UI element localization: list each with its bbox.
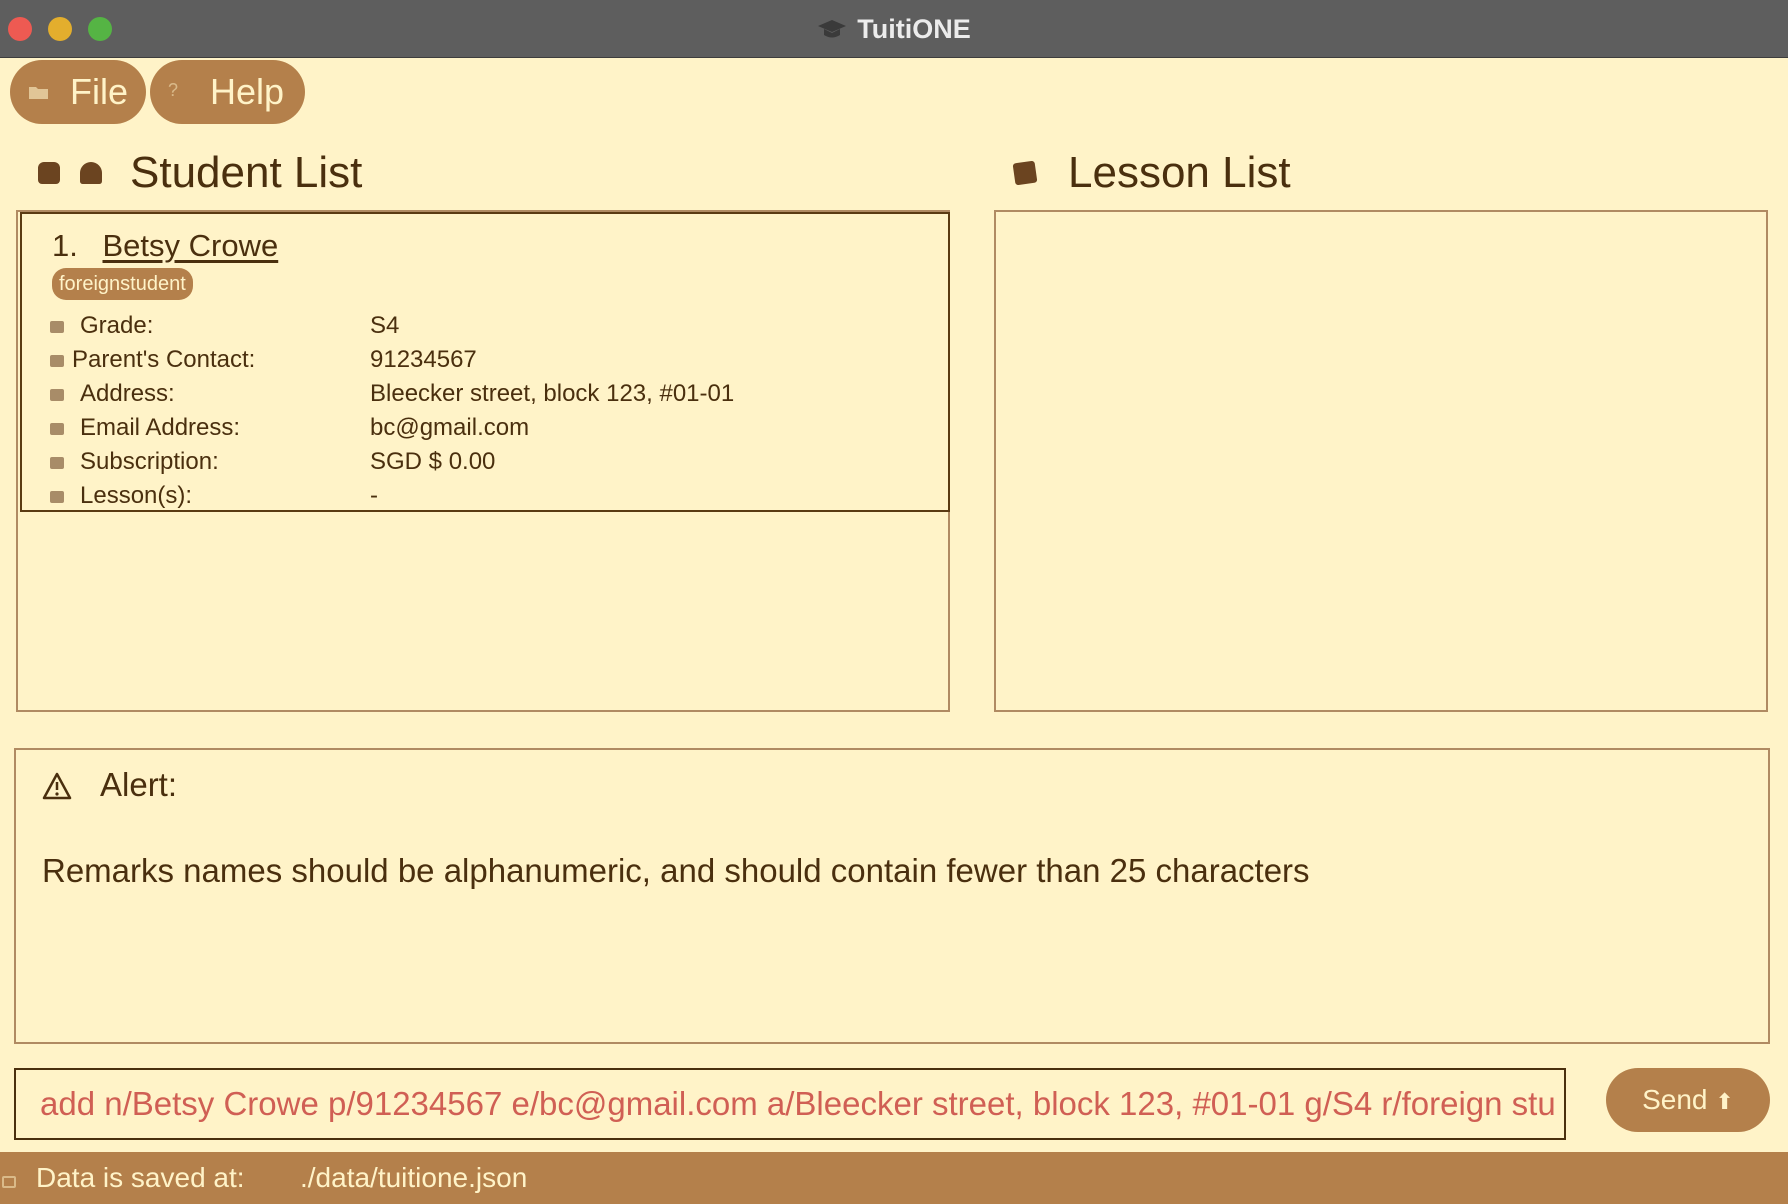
parent-contact-row: Parent's Contact: 91234567 bbox=[50, 344, 930, 376]
grade-value: S4 bbox=[370, 312, 400, 339]
file-menu-label: File bbox=[70, 71, 129, 112]
email-icon bbox=[50, 423, 64, 435]
parent-contact-value: 91234567 bbox=[370, 346, 477, 373]
parent-contact-label: Parent's Contact: bbox=[72, 346, 256, 373]
command-box bbox=[14, 1068, 1566, 1140]
book-icon bbox=[1012, 160, 1038, 186]
email-value: bc@gmail.com bbox=[370, 414, 530, 441]
save-icon bbox=[2, 1176, 16, 1188]
address-label: Address: bbox=[80, 380, 175, 407]
subscription-row: Subscription: SGD $ 0.00 bbox=[50, 446, 930, 478]
grade-label: Grade: bbox=[80, 312, 154, 339]
file-menu[interactable]: File bbox=[10, 60, 146, 124]
student-index: 1. bbox=[52, 228, 78, 263]
student-icon bbox=[38, 162, 60, 184]
command-input[interactable] bbox=[40, 1070, 1560, 1138]
student-list-title: Student List bbox=[130, 148, 363, 197]
folder-icon bbox=[29, 87, 48, 99]
subscription-value: SGD $ 0.00 bbox=[370, 448, 496, 475]
subscription-label: Subscription: bbox=[80, 448, 219, 475]
window-titlebar: TuitiONE bbox=[0, 0, 1788, 58]
arrow-up-icon: ⬆ bbox=[1715, 1089, 1734, 1114]
send-button[interactable]: Send ⬆ bbox=[1606, 1068, 1770, 1132]
warning-icon bbox=[42, 772, 72, 800]
student-tag: foreignstudent bbox=[52, 268, 193, 300]
lessons-value: - bbox=[370, 482, 378, 509]
home-icon bbox=[50, 389, 64, 401]
alert-panel: Alert: Remarks names should be alphanume… bbox=[14, 748, 1770, 1044]
lessons-row: Lesson(s): - bbox=[50, 480, 930, 512]
student-icon-secondary bbox=[80, 162, 102, 184]
save-path: ./data/tuitione.json bbox=[300, 1162, 528, 1193]
help-menu-label: Help bbox=[210, 71, 285, 112]
student-card-title: 1. Betsy Crowe bbox=[52, 228, 278, 264]
lesson-list-panel[interactable] bbox=[994, 210, 1768, 712]
send-label: Send bbox=[1642, 1084, 1708, 1115]
question-icon: ? bbox=[168, 80, 179, 100]
phone-icon bbox=[50, 355, 64, 367]
app-title: TuitiONE bbox=[857, 13, 971, 44]
alert-label: Alert: bbox=[100, 766, 178, 803]
student-card[interactable]: 1. Betsy Crowe foreignstudent Grade: S4 … bbox=[20, 212, 950, 512]
status-bar: Data is saved at: ./data/tuitione.json bbox=[0, 1152, 1788, 1204]
graduation-cap-icon bbox=[818, 20, 847, 38]
lesson-icon bbox=[50, 491, 64, 503]
lessons-label: Lesson(s): bbox=[80, 482, 193, 509]
status-label: Data is saved at: bbox=[36, 1162, 245, 1193]
grade-row: Grade: S4 bbox=[50, 310, 930, 342]
lesson-list-heading: Lesson List bbox=[1012, 148, 1291, 198]
student-list-panel[interactable]: 1. Betsy Crowe foreignstudent Grade: S4 … bbox=[16, 210, 950, 712]
address-value: Bleecker street, block 123, #01-01 bbox=[370, 380, 735, 407]
grade-icon bbox=[50, 321, 64, 333]
window-title: TuitiONE bbox=[0, 0, 1788, 58]
money-icon bbox=[50, 457, 64, 469]
student-name: Betsy Crowe bbox=[102, 228, 279, 263]
email-row: Email Address: bc@gmail.com bbox=[50, 412, 930, 444]
email-label: Email Address: bbox=[80, 414, 241, 441]
lesson-list-title: Lesson List bbox=[1068, 148, 1291, 197]
address-row: Address: Bleecker street, block 123, #01… bbox=[50, 378, 930, 410]
alert-message: Remarks names should be alphanumeric, an… bbox=[42, 852, 1310, 889]
student-list-heading: Student List bbox=[38, 148, 362, 198]
help-menu[interactable]: ? Help bbox=[150, 60, 305, 124]
